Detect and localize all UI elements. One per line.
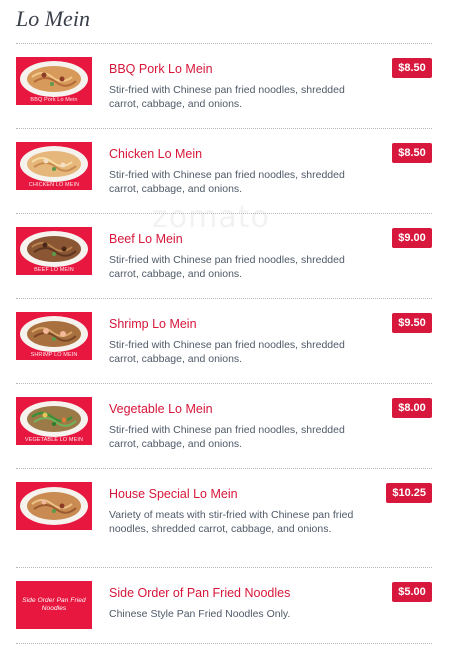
price-badge: $10.25 [386, 483, 432, 503]
menu-item[interactable]: BBQ Pork Lo Mein BBQ Pork Lo Mein Stir-f… [16, 44, 432, 129]
dish-description: Variety of meats with stir-fried with Ch… [109, 509, 354, 535]
dish-name[interactable]: House Special Lo Mein [109, 487, 238, 501]
price-badge: $5.00 [392, 582, 432, 602]
menu-item[interactable]: VEGETABLE LO MEIN Vegetable Lo Mein Stir… [16, 384, 432, 469]
dish-name[interactable]: Chicken Lo Mein [109, 147, 202, 161]
price-badge: $8.50 [392, 58, 432, 78]
dish-name[interactable]: Side Order of Pan Fried Noodles [109, 586, 290, 600]
menu-item[interactable]: CHICKEN LO MEIN Chicken Lo Mein Stir-fri… [16, 129, 432, 214]
dish-image[interactable]: BEEF LO MEIN [16, 227, 92, 275]
noodle-plate-icon [20, 487, 88, 525]
dish-image[interactable]: VEGETABLE LO MEIN [16, 397, 92, 445]
dish-name[interactable]: Shrimp Lo Mein [109, 317, 197, 331]
dish-description: Stir-fried with Chinese pan fried noodle… [109, 169, 345, 195]
menu-item[interactable]: House Special Lo Mein Variety of meats w… [16, 469, 432, 568]
section-title: Lo Mein [16, 6, 90, 31]
dish-name[interactable]: Vegetable Lo Mein [109, 402, 213, 416]
menu-list: BBQ Pork Lo Mein BBQ Pork Lo Mein Stir-f… [16, 44, 432, 644]
dish-description: Stir-fried with Chinese pan fried noodle… [109, 424, 345, 450]
dish-image[interactable]: SHRIMP LO MEIN [16, 312, 92, 360]
dish-description: Stir-fried with Chinese pan fried noodle… [109, 254, 345, 280]
dish-name[interactable]: Beef Lo Mein [109, 232, 183, 246]
dish-image[interactable]: BBQ Pork Lo Mein [16, 57, 92, 105]
price-badge: $8.00 [392, 398, 432, 418]
menu-item[interactable]: BEEF LO MEIN Beef Lo Mein Stir-fried wit… [16, 214, 432, 299]
image-caption: Side Order Pan Fried Noodles [22, 597, 86, 612]
price-badge: $9.00 [392, 228, 432, 248]
image-caption: CHICKEN LO MEIN [28, 182, 80, 188]
dish-image[interactable]: CHICKEN LO MEIN [16, 142, 92, 190]
image-caption: BEEF LO MEIN [34, 267, 74, 273]
menu-item[interactable]: SHRIMP LO MEIN Shrimp Lo Mein Stir-fried… [16, 299, 432, 384]
dish-description: Stir-fried with Chinese pan fried noodle… [109, 84, 345, 110]
menu-item[interactable]: Side Order Pan Fried Noodles Side Order … [16, 568, 432, 644]
image-caption: VEGETABLE LO MEIN [24, 437, 84, 443]
dish-image[interactable] [16, 482, 92, 530]
dish-description: Chinese Style Pan Fried Noodles Only. [109, 608, 291, 620]
price-badge: $9.50 [392, 313, 432, 333]
image-caption: SHRIMP LO MEIN [30, 352, 78, 358]
price-badge: $8.50 [392, 143, 432, 163]
dish-name[interactable]: BBQ Pork Lo Mein [109, 62, 213, 76]
dish-description: Stir-fried with Chinese pan fried noodle… [109, 339, 345, 365]
image-caption: BBQ Pork Lo Mein [30, 97, 78, 103]
dish-image[interactable]: Side Order Pan Fried Noodles [16, 581, 92, 629]
